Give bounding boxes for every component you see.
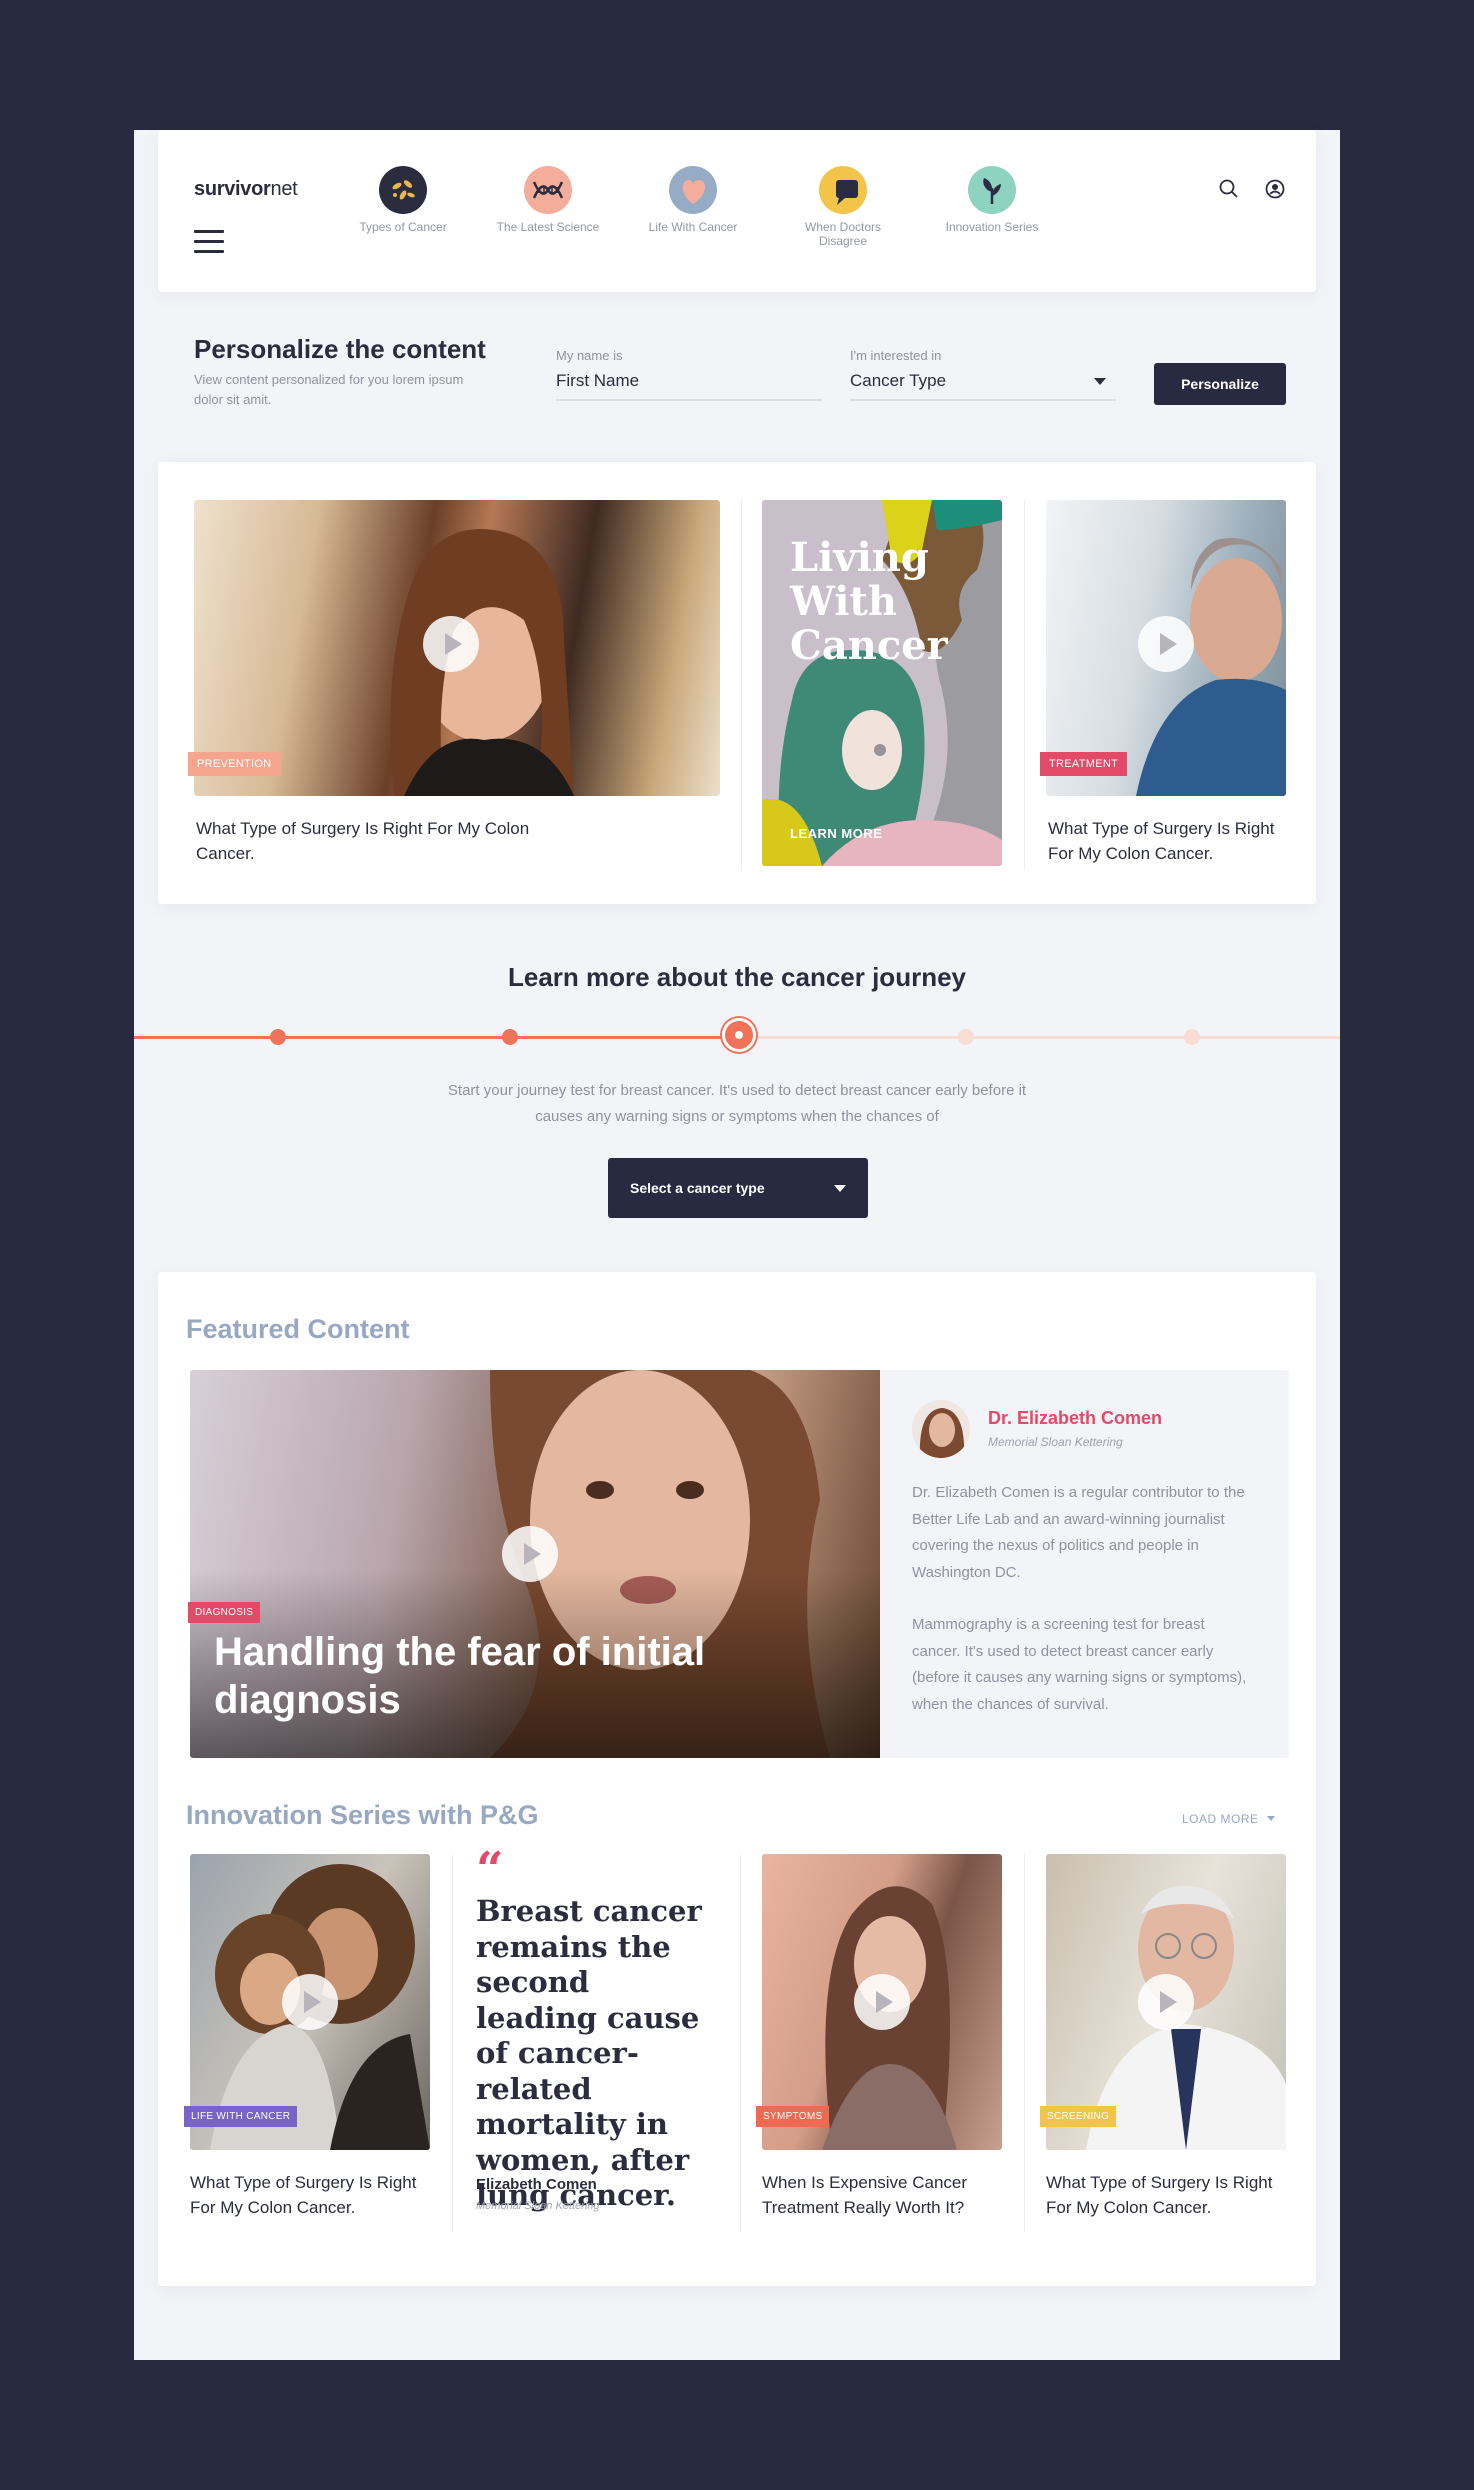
caret-down-icon (1266, 1816, 1275, 1821)
video-title[interactable]: What Type of Surgery Is Right For My Col… (1046, 2170, 1286, 2220)
plant-icon (968, 166, 1016, 214)
personalize-button[interactable]: Personalize (1154, 363, 1286, 405)
divider (1024, 1854, 1025, 2232)
nav-item-innovation-series[interactable]: Innovation Series (937, 166, 1047, 234)
nav-label: Types of Cancer (359, 220, 447, 234)
search-icon[interactable] (1218, 178, 1240, 200)
section-title: Featured Content (186, 1314, 410, 1344)
quote-author-org: Memorial Sloan Kettering (476, 2200, 600, 2212)
timeline-step-2[interactable] (502, 1029, 518, 1045)
play-button[interactable] (502, 1526, 558, 1582)
quote-author[interactable]: Elizabeth Comen (476, 2176, 597, 2193)
category-tag[interactable]: DIAGNOSIS (188, 1602, 261, 1623)
personalize-description: View content personalized for you lorem … (194, 372, 464, 407)
pull-quote: Breast cancer remains the second leading… (476, 1894, 702, 2212)
timeline-step-1[interactable] (270, 1029, 286, 1045)
play-button[interactable] (1138, 1974, 1194, 2030)
poster-title: Living With Cancer (790, 534, 948, 669)
author-bio: Dr. Elizabeth Comen is a regular contrib… (912, 1484, 1245, 1581)
play-button[interactable] (282, 1974, 338, 2030)
caret-down-icon (1094, 378, 1106, 385)
nav-item-latest-science[interactable]: The Latest Science (493, 166, 603, 234)
nav-label: Innovation Series (945, 220, 1039, 234)
divider (741, 500, 742, 870)
site-header: survivornet Types of Cancer The Latest S… (158, 130, 1316, 292)
nav-label: Life With Cancer (648, 220, 738, 234)
category-tag[interactable]: PREVENTION (188, 752, 281, 776)
bacteria-icon (379, 166, 427, 214)
journey-title: Learn more about the cancer journey (507, 962, 966, 992)
play-button[interactable] (854, 1974, 910, 2030)
user-account-icon[interactable] (1264, 178, 1286, 200)
divider (1024, 500, 1025, 870)
author-org: Memorial Sloan Kettering (988, 1435, 1123, 1449)
innovation-title: Innovation Series with P&G (186, 1800, 539, 1830)
avatar[interactable] (912, 1400, 970, 1458)
divider (740, 1854, 741, 2232)
logo-light: net (270, 178, 298, 200)
dropdown-label: Select a cancer type (630, 1180, 765, 1196)
heart-icon (669, 166, 717, 214)
logo[interactable]: survivornet (194, 178, 298, 201)
name-input[interactable]: First Name (556, 371, 822, 401)
journey-timeline-progress (134, 1036, 736, 1039)
page: survivornet Types of Cancer The Latest S… (134, 130, 1340, 2360)
living-with-cancer-poster[interactable]: Living With Cancer LEARN MORE (762, 500, 1002, 866)
load-more-link[interactable]: LOAD MORE (1182, 1812, 1275, 1826)
author-name[interactable]: Dr. Elizabeth Comen (988, 1408, 1162, 1429)
category-tag[interactable]: SCREENING (1040, 2106, 1117, 2127)
dna-icon (524, 166, 572, 214)
hamburger-menu-icon[interactable] (194, 230, 224, 254)
speech-bubble-icon (819, 166, 867, 214)
author-info: Dr. Elizabeth Comen Memorial Sloan Kette… (988, 1408, 1162, 1449)
divider (452, 1854, 453, 2232)
cancer-type-dropdown[interactable]: Select a cancer type (608, 1158, 868, 1218)
name-field[interactable]: My name is First Name (556, 348, 822, 401)
category-tag[interactable]: LIFE WITH CANCER (184, 2106, 298, 2127)
nav-label: When Doctors Disagree (804, 220, 882, 248)
timeline-step-3-active[interactable] (722, 1018, 756, 1052)
cancer-type-select[interactable]: I'm interested in Cancer Type (850, 348, 1116, 401)
video-title[interactable]: What Type of Surgery Is Right For My Col… (1048, 816, 1288, 866)
featured-headline[interactable]: Handling the fear of initial diagnosis (214, 1628, 774, 1724)
learn-more-link[interactable]: LEARN MORE (790, 826, 882, 841)
nav-item-life-with-cancer[interactable]: Life With Cancer (638, 166, 748, 234)
interest-label: I'm interested in (850, 348, 942, 363)
nav-label: The Latest Science (496, 220, 600, 234)
cancer-type-value: Cancer Type (850, 371, 947, 390)
timeline-step-5[interactable] (1184, 1029, 1200, 1045)
category-tag[interactable]: SYMPTOMS (756, 2106, 830, 2127)
quote-mark-icon: “ (476, 1842, 504, 1898)
video-title[interactable]: What Type of Surgery Is Right For My Col… (190, 2170, 430, 2220)
personalize-title: Personalize the content (194, 334, 486, 364)
content-carousel: PREVENTION What Type of Surgery Is Right… (158, 462, 1316, 904)
author-bio-2: Mammography is a screening test for brea… (912, 1616, 1247, 1713)
category-tag[interactable]: TREATMENT (1040, 752, 1128, 776)
video-title[interactable]: What Type of Surgery Is Right For My Col… (196, 816, 556, 866)
play-button[interactable] (423, 616, 479, 672)
name-label: My name is (556, 348, 623, 363)
timeline-step-4[interactable] (958, 1029, 974, 1045)
video-title[interactable]: When Is Expensive Cancer Treatment Reall… (762, 2170, 1002, 2220)
featured-section: Featured Content DIAGNOSIS Handling the … (158, 1272, 1316, 2286)
load-more-label: LOAD MORE (1182, 1812, 1259, 1826)
nav-item-types-of-cancer[interactable]: Types of Cancer (348, 166, 458, 234)
play-button[interactable] (1138, 616, 1194, 672)
author-panel: Dr. Elizabeth Comen Memorial Sloan Kette… (880, 1370, 1289, 1758)
journey-text: Start your journey test for breast cance… (447, 1082, 1027, 1125)
nav-item-when-doctors-disagree[interactable]: When Doctors Disagree (788, 166, 898, 248)
caret-down-icon (834, 1185, 846, 1192)
logo-bold: survivor (194, 178, 271, 200)
cancer-type-dropdown[interactable]: Cancer Type (850, 371, 1116, 401)
